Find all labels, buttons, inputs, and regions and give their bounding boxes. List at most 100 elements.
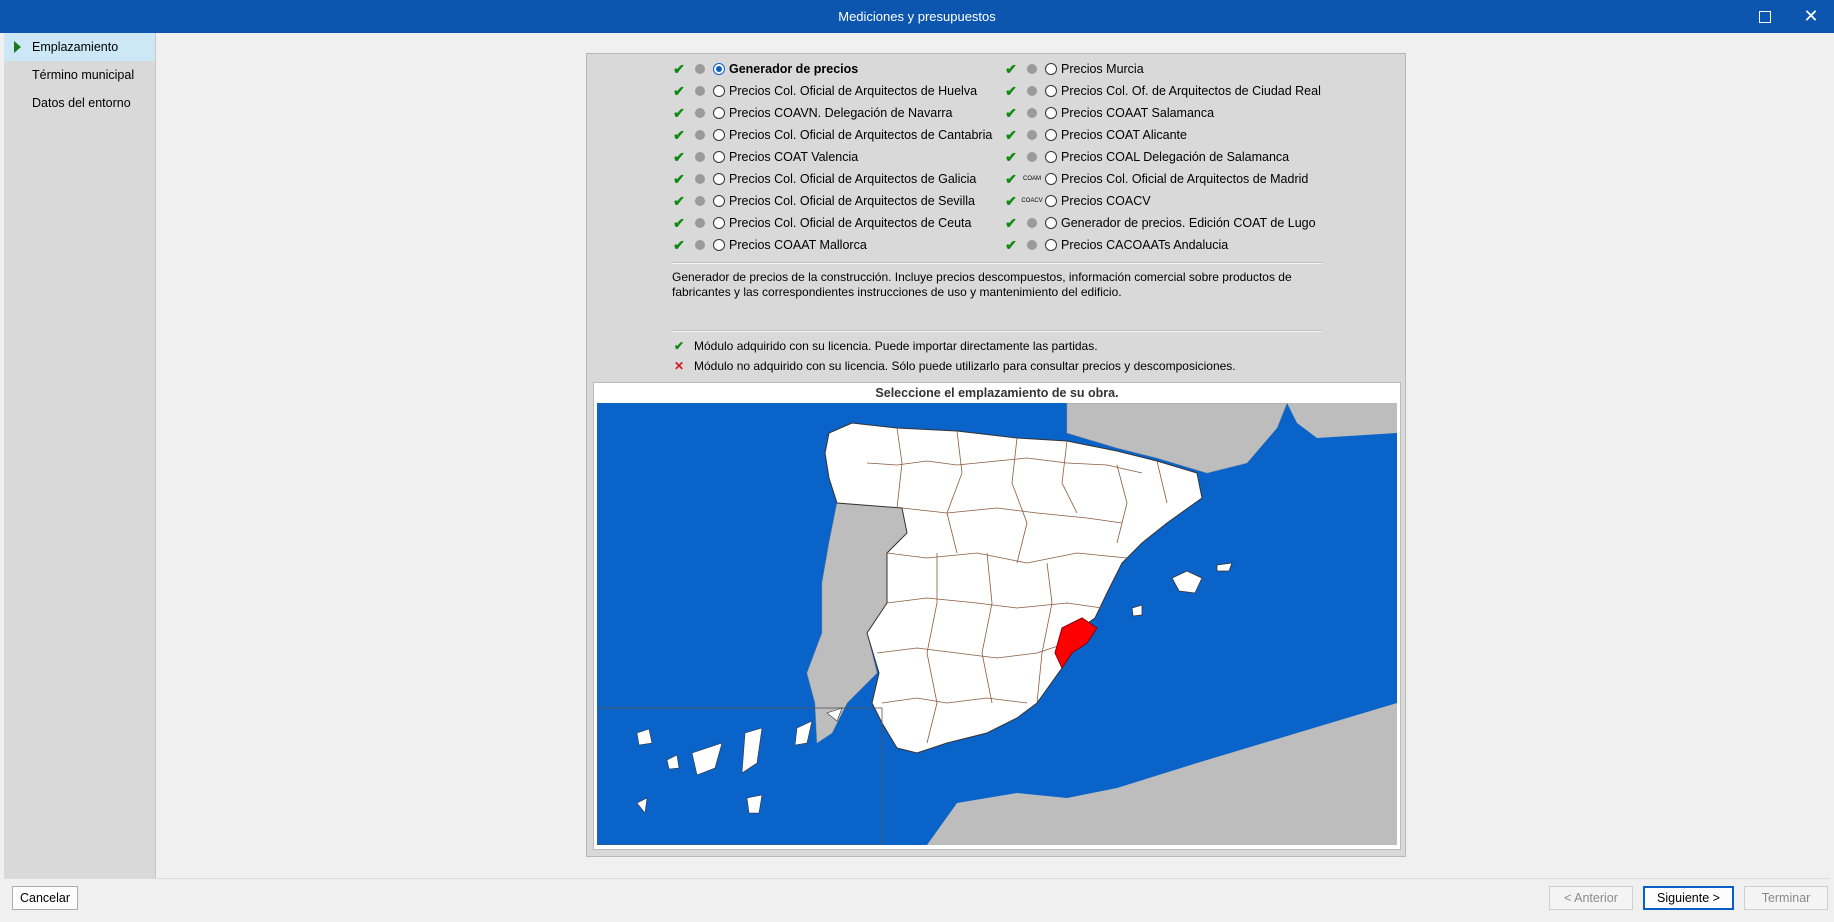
price-option-right-6[interactable]: ✔ COACV Precios COACV <box>1004 190 1150 212</box>
check-icon: ✔ <box>1005 60 1017 77</box>
price-option-right-8[interactable]: ✔ Precios CACOAATs Andalucia <box>1004 234 1228 256</box>
balearic-mallorca <box>1171 570 1203 594</box>
option-label: Precios COAAT Salamanca <box>1061 106 1215 120</box>
alicante-logo-icon <box>1024 127 1040 143</box>
check-icon: ✔ <box>673 104 685 121</box>
radio-button[interactable] <box>1045 173 1057 185</box>
price-option-right-3[interactable]: ✔ Precios COAT Alicante <box>1004 124 1187 146</box>
generador-logo-icon <box>692 61 708 77</box>
price-option-left-7[interactable]: ✔ Precios Col. Oficial de Arquitectos de … <box>672 212 971 234</box>
current-step-icon <box>10 40 24 54</box>
price-option-right-7[interactable]: ✔ Generador de precios. Edición COAT de L… <box>1004 212 1315 234</box>
option-label: Precios COAT Alicante <box>1061 128 1187 142</box>
coal-salamanca-logo-icon <box>1024 149 1040 165</box>
sevilla-logo-icon <box>692 193 708 209</box>
navarra-logo-icon <box>692 105 708 121</box>
radio-button[interactable] <box>713 107 725 119</box>
check-icon: ✔ <box>1005 214 1017 231</box>
option-label: Precios CACOAATs Andalucia <box>1061 238 1229 252</box>
check-icon: ✔ <box>1005 82 1017 99</box>
option-label: Precios Col. Oficial de Arquitectos de C… <box>729 128 993 142</box>
option-label: Precios Col. Oficial de Arquitectos de H… <box>729 84 978 98</box>
finish-button[interactable]: Terminar <box>1744 886 1828 910</box>
radio-button[interactable] <box>1045 107 1057 119</box>
radio-button[interactable] <box>1045 195 1057 207</box>
price-option-left-3[interactable]: ✔ Precios Col. Oficial de Arquitectos de … <box>672 124 992 146</box>
option-label: Precios Col. Oficial de Arquitectos de C… <box>729 216 972 230</box>
balearic-menorca <box>1216 562 1233 572</box>
option-label: Generador de precios <box>729 62 859 76</box>
check-icon: ✔ <box>1005 148 1017 165</box>
price-option-right-1[interactable]: ✔ Precios Col. Of. de Arquitectos de Ciud… <box>1004 80 1321 102</box>
radio-button[interactable] <box>1045 85 1057 97</box>
price-option-right-2[interactable]: ✔ Precios COAAT Salamanca <box>1004 102 1214 124</box>
radio-button[interactable] <box>713 129 725 141</box>
radio-button[interactable] <box>1045 239 1057 251</box>
window-title: Mediciones y presupuestos <box>838 9 996 24</box>
option-label: Precios COAAT Mallorca <box>729 238 867 252</box>
step-label: Datos del entorno <box>32 96 131 110</box>
murcia-logo-icon <box>1024 61 1040 77</box>
ceuta-logo-icon <box>692 215 708 231</box>
map-title: Seleccione el emplazamiento de su obra. <box>875 386 1119 400</box>
check-icon: ✔ <box>673 60 685 77</box>
radio-button[interactable] <box>713 63 725 75</box>
step-label: Término municipal <box>32 68 135 82</box>
option-label: Precios Col. Oficial de Arquitectos de G… <box>729 172 977 186</box>
check-icon: ✔ <box>673 148 685 165</box>
price-option-left-5[interactable]: ✔ Precios Col. Oficial de Arquitectos de … <box>672 168 976 190</box>
coacv-logo-icon: COACV <box>1021 198 1043 204</box>
cancel-button[interactable]: Cancelar <box>12 886 78 910</box>
next-button[interactable]: Siguiente > <box>1643 886 1734 910</box>
title-bar: Mediciones y presupuestos ✕ <box>0 0 1834 33</box>
spain-map-svg[interactable] <box>597 403 1397 845</box>
check-icon: ✔ <box>673 82 685 99</box>
radio-button[interactable] <box>713 195 725 207</box>
price-option-left-6[interactable]: ✔ Precios Col. Oficial de Arquitectos de … <box>672 190 975 212</box>
price-option-left-2[interactable]: ✔ Precios COAVN. Delegación de Navarra <box>672 102 952 124</box>
radio-button[interactable] <box>713 173 725 185</box>
price-option-right-5[interactable]: ✔ COAM Precios Col. Oficial de Arquitectos… <box>1004 168 1308 190</box>
price-option-right-4[interactable]: ✔ Precios COAL Delegación de Salamanca <box>1004 146 1289 168</box>
radio-button[interactable] <box>713 217 725 229</box>
close-button[interactable]: ✕ <box>1788 0 1834 33</box>
price-option-left-8[interactable]: ✔ Precios COAAT Mallorca <box>672 234 867 256</box>
step-label: Emplazamiento <box>32 40 119 54</box>
check-icon: ✔ <box>673 170 685 187</box>
main-content: ✔ Generador de precios ✔ Precios Col. Ofici… <box>156 33 1834 878</box>
option-label: Precios COAL Delegación de Salamanca <box>1061 150 1290 164</box>
ciudad-real-logo-icon <box>1024 83 1040 99</box>
price-option-left-4[interactable]: ✔ Precios COAT Valencia <box>672 146 858 168</box>
valencia-logo-icon <box>692 149 708 165</box>
radio-button[interactable] <box>1045 129 1057 141</box>
maximize-button[interactable] <box>1742 0 1788 33</box>
location-map-frame: Seleccione el emplazamiento de su obra. <box>593 382 1401 850</box>
radio-button[interactable] <box>713 85 725 97</box>
galicia-logo-icon <box>692 171 708 187</box>
step-emplazamiento[interactable]: Emplazamiento <box>4 33 155 61</box>
check-icon: ✔ <box>1005 236 1017 253</box>
radio-button[interactable] <box>713 151 725 163</box>
price-option-left-0[interactable]: ✔ Generador de precios <box>672 58 858 80</box>
price-option-right-0[interactable]: ✔ Precios Murcia <box>1004 58 1144 80</box>
radio-button[interactable] <box>1045 63 1057 75</box>
close-icon: ✕ <box>1803 6 1819 26</box>
wizard-button-bar: Cancelar < Anterior Siguiente > Terminar <box>4 878 1830 919</box>
option-label: Precios Col. Oficial de Arquitectos de M… <box>1061 172 1309 186</box>
previous-button[interactable]: < Anterior <box>1549 886 1633 910</box>
radio-button[interactable] <box>713 239 725 251</box>
balearic-ibiza <box>1131 604 1143 617</box>
check-icon: ✔ <box>673 236 685 253</box>
radio-button[interactable] <box>1045 217 1057 229</box>
canary-islands <box>636 707 843 814</box>
salamanca-logo-icon <box>1024 105 1040 121</box>
madrid-logo-icon: COAM <box>1023 176 1041 182</box>
radio-button[interactable] <box>1045 151 1057 163</box>
check-icon: ✔ <box>673 214 685 231</box>
spain-map[interactable] <box>597 403 1397 845</box>
option-label: Precios COAT Valencia <box>729 150 859 164</box>
step-datos-entorno[interactable]: Datos del entorno <box>4 89 155 117</box>
step-termino-municipal[interactable]: Término municipal <box>4 61 155 89</box>
canary-islands-inset <box>597 707 883 845</box>
price-option-left-1[interactable]: ✔ Precios Col. Oficial de Arquitectos de … <box>672 80 977 102</box>
